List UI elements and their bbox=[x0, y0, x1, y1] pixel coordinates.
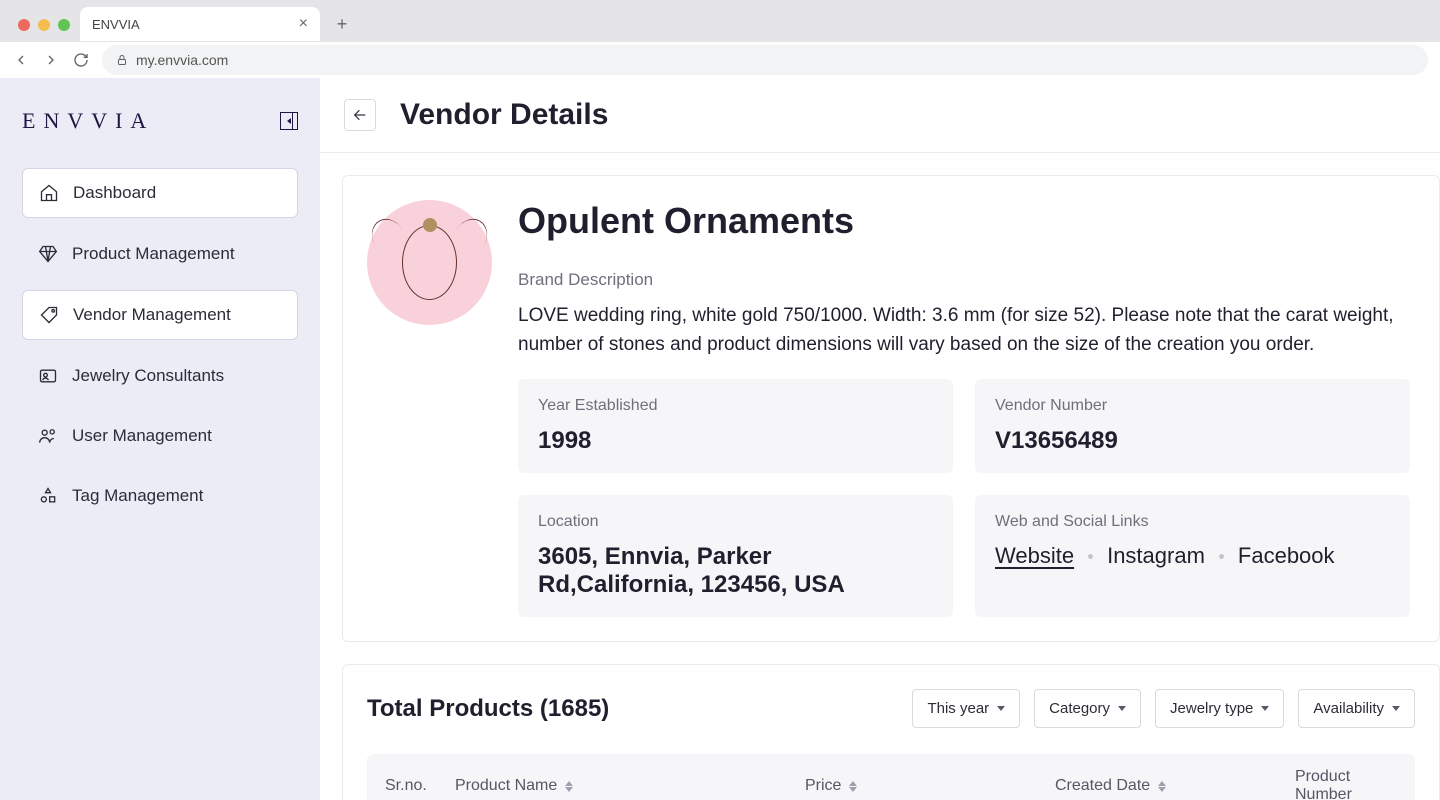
separator-dot-icon bbox=[1219, 554, 1224, 559]
vendor-number-label: Vendor Number bbox=[995, 397, 1390, 415]
sort-icon bbox=[1158, 781, 1166, 792]
year-established-cell: Year Established 1998 bbox=[518, 379, 953, 473]
back-icon[interactable] bbox=[12, 51, 30, 69]
lock-icon bbox=[116, 54, 128, 66]
instagram-link[interactable]: Instagram bbox=[1107, 543, 1205, 569]
sort-icon bbox=[565, 781, 573, 792]
vendor-name: Opulent Ornaments bbox=[518, 200, 1415, 242]
users-icon bbox=[38, 426, 58, 446]
chevron-down-icon bbox=[1392, 706, 1400, 711]
products-table: Sr.no. Product Name Price Created Date P… bbox=[367, 754, 1415, 800]
vendor-card: Opulent Ornaments Brand Description LOVE… bbox=[342, 175, 1440, 642]
forward-icon[interactable] bbox=[42, 51, 60, 69]
vendor-logo bbox=[367, 200, 492, 325]
facebook-link[interactable]: Facebook bbox=[1238, 543, 1335, 569]
filter-period[interactable]: This year bbox=[912, 689, 1020, 728]
vendor-number-value: V13656489 bbox=[995, 427, 1390, 455]
collapse-sidebar-icon[interactable] bbox=[280, 112, 298, 130]
products-title: Total Products (1685) bbox=[367, 695, 609, 723]
location-value: 3605, Ennvia, Parker Rd,California, 1234… bbox=[538, 543, 933, 599]
sidebar-item-dashboard[interactable]: Dashboard bbox=[22, 168, 298, 218]
year-established-label: Year Established bbox=[538, 397, 933, 415]
website-link[interactable]: Website bbox=[995, 543, 1074, 569]
close-window-icon[interactable] bbox=[18, 19, 30, 31]
browser-chrome: ENVVIA × + my.envvia.com bbox=[0, 0, 1440, 78]
page-title: Vendor Details bbox=[400, 98, 608, 132]
maximize-window-icon[interactable] bbox=[58, 19, 70, 31]
minimize-window-icon[interactable] bbox=[38, 19, 50, 31]
main-content: Vendor Details Opulent Ornaments Brand D… bbox=[320, 78, 1440, 800]
sidebar-item-label: Product Management bbox=[72, 244, 235, 264]
sidebar-item-label: Dashboard bbox=[73, 183, 156, 203]
browser-tab[interactable]: ENVVIA × bbox=[80, 7, 320, 41]
reload-icon[interactable] bbox=[72, 51, 90, 69]
products-card: Total Products (1685) This year Category… bbox=[342, 664, 1440, 800]
links-cell: Web and Social Links Website Instagram F… bbox=[975, 495, 1410, 617]
sidebar-item-jewelry-consultants[interactable]: Jewelry Consultants bbox=[22, 352, 298, 400]
sidebar-item-user-management[interactable]: User Management bbox=[22, 412, 298, 460]
chevron-down-icon bbox=[997, 706, 1005, 711]
url-text: my.envvia.com bbox=[136, 52, 228, 68]
url-bar[interactable]: my.envvia.com bbox=[102, 45, 1428, 75]
sidebar-item-product-management[interactable]: Product Management bbox=[22, 230, 298, 278]
id-icon bbox=[38, 366, 58, 386]
separator-dot-icon bbox=[1088, 554, 1093, 559]
filter-category[interactable]: Category bbox=[1034, 689, 1141, 728]
brand-description-label: Brand Description bbox=[518, 270, 1415, 290]
sidebar-item-label: Tag Management bbox=[72, 486, 203, 506]
new-tab-button[interactable]: + bbox=[328, 10, 356, 38]
shapes-icon bbox=[38, 486, 58, 506]
sidebar-item-label: Jewelry Consultants bbox=[72, 366, 224, 386]
sort-icon bbox=[849, 781, 857, 792]
column-price[interactable]: Price bbox=[805, 768, 1055, 800]
column-product-name[interactable]: Product Name bbox=[455, 768, 805, 800]
diamond-icon bbox=[38, 244, 58, 264]
filter-jewelry-type[interactable]: Jewelry type bbox=[1155, 689, 1284, 728]
sidebar-item-tag-management[interactable]: Tag Management bbox=[22, 472, 298, 520]
back-button[interactable] bbox=[344, 99, 376, 131]
location-cell: Location 3605, Ennvia, Parker Rd,Califor… bbox=[518, 495, 953, 617]
location-label: Location bbox=[538, 513, 933, 531]
close-tab-icon[interactable]: × bbox=[299, 15, 308, 33]
chevron-down-icon bbox=[1118, 706, 1126, 711]
year-established-value: 1998 bbox=[538, 427, 933, 455]
brand-logo: ENVVIA bbox=[22, 108, 154, 134]
tab-title: ENVVIA bbox=[92, 17, 140, 32]
home-icon bbox=[39, 183, 59, 203]
column-created-date[interactable]: Created Date bbox=[1055, 768, 1295, 800]
brand-description: LOVE wedding ring, white gold 750/1000. … bbox=[518, 302, 1415, 359]
column-product-number[interactable]: Product Number bbox=[1295, 768, 1397, 800]
sidebar-item-label: Vendor Management bbox=[73, 305, 231, 325]
sidebar-item-label: User Management bbox=[72, 426, 212, 446]
window-controls bbox=[8, 19, 80, 41]
tag-icon bbox=[39, 305, 59, 325]
sidebar: ENVVIA Dashboard Product Management Vend… bbox=[0, 78, 320, 800]
sidebar-item-vendor-management[interactable]: Vendor Management bbox=[22, 290, 298, 340]
links-label: Web and Social Links bbox=[995, 513, 1390, 531]
vendor-number-cell: Vendor Number V13656489 bbox=[975, 379, 1410, 473]
filter-availability[interactable]: Availability bbox=[1298, 689, 1415, 728]
column-srno[interactable]: Sr.no. bbox=[385, 768, 455, 800]
chevron-down-icon bbox=[1261, 706, 1269, 711]
